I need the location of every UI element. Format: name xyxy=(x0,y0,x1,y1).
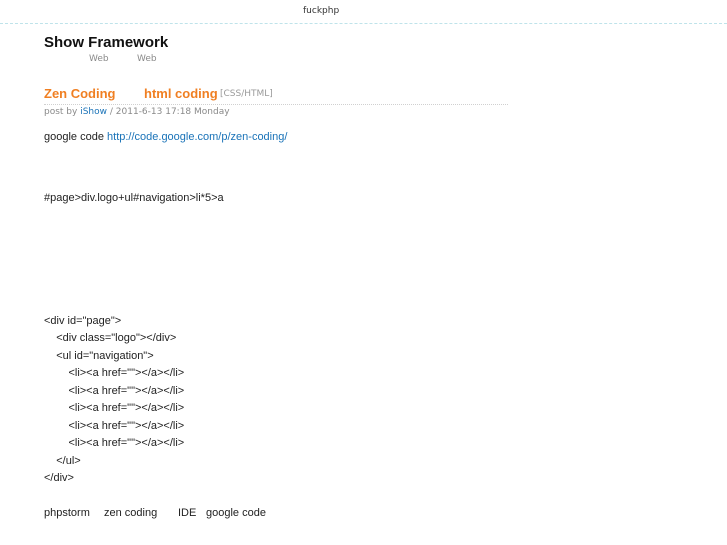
code-line: <li><a href=""></a></li> xyxy=(44,402,185,414)
post-title-html-coding[interactable]: html coding xyxy=(144,86,218,101)
nav-item-web-2[interactable]: Web xyxy=(137,54,157,64)
code-line: <li><a href=""></a></li> xyxy=(44,437,185,449)
post-meta-prefix: post by xyxy=(44,107,78,117)
code-line: <div class="logo"></div> xyxy=(44,332,177,344)
tag-zen-coding[interactable]: zen coding xyxy=(104,507,157,519)
code-line: </ul> xyxy=(44,455,81,467)
code-line: <ul id="navigation"> xyxy=(44,350,154,362)
intro-text: google code xyxy=(44,131,104,143)
top-link[interactable]: fuckphp xyxy=(303,6,339,16)
post-category[interactable]: [CSS/HTML] xyxy=(220,89,273,99)
abbreviation-example: #page>div.logo+ul#navigation>li*5>a xyxy=(44,192,224,204)
code-line: </div> xyxy=(44,472,74,484)
code-line: <li><a href=""></a></li> xyxy=(44,367,185,379)
tag-ide[interactable]: IDE xyxy=(178,507,196,519)
post-meta: post by iShow / 2011-6-13 17:18 Monday xyxy=(44,107,230,117)
top-bar: fuckphp xyxy=(0,0,727,24)
post-author-link[interactable]: iShow xyxy=(80,107,107,117)
code-line: <li><a href=""></a></li> xyxy=(44,385,185,397)
code-line: <div id="page"> xyxy=(44,315,122,327)
tag-google-code[interactable]: google code xyxy=(206,507,266,519)
site-title[interactable]: Show Framework xyxy=(44,34,168,51)
code-line: <li><a href=""></a></li> xyxy=(44,420,185,432)
zen-coding-link[interactable]: http://code.google.com/p/zen-coding/ xyxy=(107,131,287,143)
post-title-zen-coding[interactable]: Zen Coding xyxy=(44,86,116,101)
nav-item-web-1[interactable]: Web xyxy=(89,54,109,64)
post-meta-date: / 2011-6-13 17:18 Monday xyxy=(109,107,230,117)
tag-phpstorm[interactable]: phpstorm xyxy=(44,507,90,519)
intro-line: google code http://code.google.com/p/zen… xyxy=(44,131,287,143)
post-title: Zen Coding html coding [CSS/HTML] xyxy=(44,86,508,105)
